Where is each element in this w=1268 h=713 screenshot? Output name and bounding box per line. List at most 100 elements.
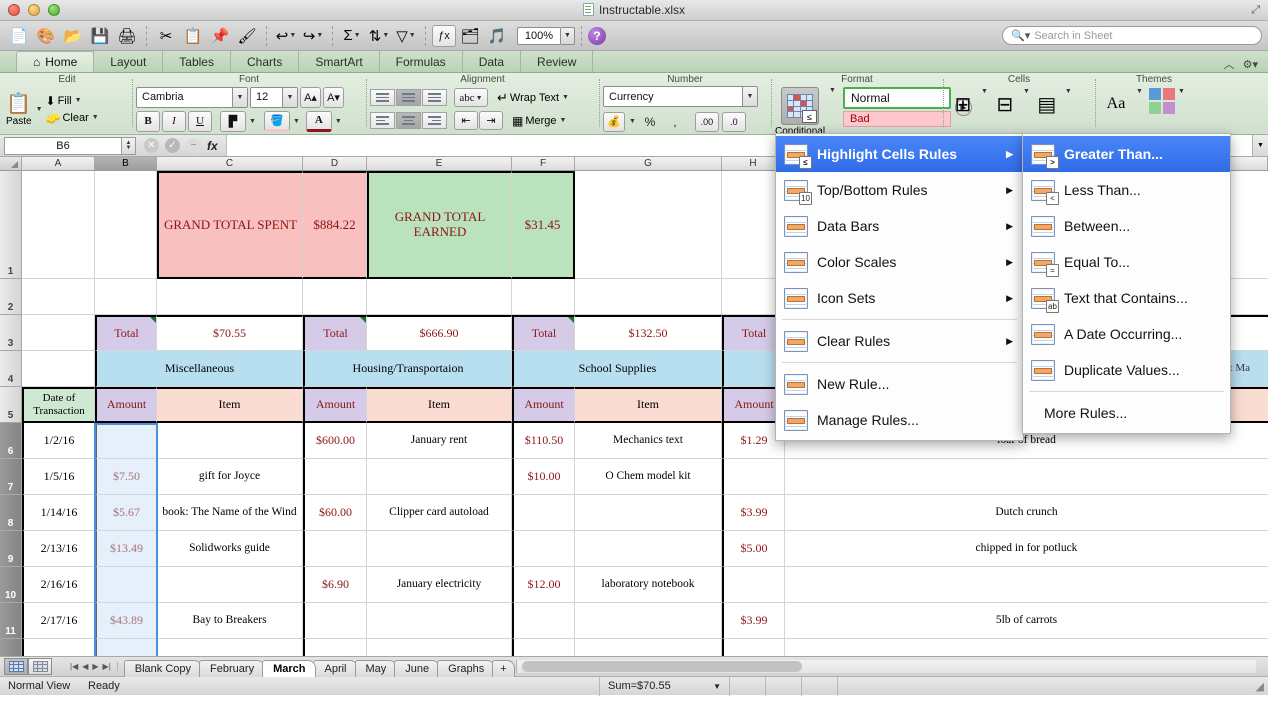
accept-formula-icon[interactable]: ✓ — [165, 138, 180, 153]
paste-button[interactable]: 📋 Paste — [6, 91, 32, 127]
sheet-tab-graphs[interactable]: Graphs — [437, 659, 496, 677]
toolbox-icon[interactable]: 🗂 — [457, 24, 483, 48]
cell-H8[interactable]: $3.99 — [722, 495, 785, 531]
cell-C9[interactable]: Solidworks guide — [157, 531, 303, 567]
cell-B12[interactable] — [95, 639, 157, 656]
cell-C3-total-misc[interactable]: $70.55 — [157, 315, 303, 351]
cell-A7[interactable]: 1/5/16 — [22, 459, 95, 495]
close-button[interactable] — [8, 4, 20, 16]
normal-view-button[interactable] — [4, 658, 28, 675]
chevron-down-icon[interactable]: ▼ — [232, 87, 247, 107]
format-cells-icon[interactable]: ▤ — [1031, 88, 1063, 120]
tab-review[interactable]: Review — [520, 51, 594, 72]
cell-F7[interactable]: $10.00 — [512, 459, 575, 495]
align-left-button[interactable] — [370, 112, 395, 129]
cell-C11[interactable]: Bay to Breakers — [157, 603, 303, 639]
cell-D5-amount-header-housing[interactable]: Amount — [303, 387, 367, 423]
cell-H11[interactable]: $3.99 — [722, 603, 785, 639]
align-bottom-button[interactable] — [422, 89, 447, 106]
align-center-button[interactable] — [396, 112, 421, 129]
bold-button[interactable]: B — [136, 110, 160, 132]
delete-dropdown-icon[interactable]: ▼ — [1023, 88, 1030, 95]
number-format-select[interactable]: Currency ▼ — [603, 86, 758, 107]
minimize-button[interactable] — [28, 4, 40, 16]
themes-aa-icon[interactable]: Aa — [1099, 88, 1133, 120]
cell-G9[interactable] — [575, 531, 722, 567]
sum-display[interactable]: Sum=$70.55 ▼ — [600, 676, 730, 696]
horizontal-scrollbar[interactable] — [515, 657, 1268, 677]
cell-B10[interactable] — [95, 567, 157, 603]
name-box-stepper[interactable]: ▲ ▼ — [122, 136, 136, 155]
prev-sheet-icon[interactable]: ◀ — [82, 662, 88, 671]
cell-B2[interactable] — [95, 279, 157, 315]
cell-C12[interactable] — [157, 639, 303, 656]
cell-G11[interactable] — [575, 603, 722, 639]
cell-I12[interactable] — [785, 639, 1268, 656]
cell-E3-total-housing[interactable]: $666.90 — [367, 315, 512, 351]
next-sheet-icon[interactable]: ▶ — [92, 662, 98, 671]
cell-G10[interactable]: laboratory notebook — [575, 567, 722, 603]
new-document-icon[interactable]: 📄 — [6, 24, 32, 48]
zoom-control[interactable]: 100% ▼ — [517, 26, 575, 45]
menu-item-less-than[interactable]: < Less Than... — [1023, 172, 1230, 208]
cell-C10[interactable] — [157, 567, 303, 603]
cell-I8[interactable]: Dutch crunch — [785, 495, 1268, 531]
sheet-tab-add[interactable]: + — [492, 659, 515, 677]
cell-C2[interactable] — [157, 279, 303, 315]
cell-G5-item-header-school[interactable]: Item — [575, 387, 722, 423]
window-controls[interactable] — [0, 4, 60, 16]
menu-item-color-scales[interactable]: Color Scales ▶ — [776, 244, 1023, 280]
cell-A3[interactable] — [22, 315, 95, 351]
cell-A4[interactable] — [22, 351, 95, 387]
format-painter-icon[interactable]: 🖌 — [234, 24, 260, 48]
cell-D2[interactable] — [303, 279, 367, 315]
cell-E2[interactable] — [367, 279, 512, 315]
formula-bar-expand-icon[interactable]: ▼ — [1252, 135, 1268, 156]
align-top-button[interactable] — [370, 89, 395, 106]
row-header-6[interactable]: 6 — [0, 423, 22, 459]
column-header-d[interactable]: D — [303, 157, 367, 170]
menu-item-text-contains[interactable]: ab Text that Contains... — [1023, 280, 1230, 316]
orientation-button[interactable]: abc ▼ — [454, 88, 488, 107]
theme-colors-dropdown-icon[interactable]: ▼ — [1178, 88, 1185, 95]
cell-E11[interactable] — [367, 603, 512, 639]
cell-C7[interactable]: gift for Joyce — [157, 459, 303, 495]
menu-item-top-bottom-rules[interactable]: 10 Top/Bottom Rules ▶ — [776, 172, 1023, 208]
menu-item-equal-to[interactable]: = Equal To... — [1023, 244, 1230, 280]
decrease-font-size-button[interactable]: A▾ — [323, 86, 344, 108]
menu-item-clear-rules[interactable]: Clear Rules ▶ — [776, 323, 1023, 359]
cell-D7[interactable] — [303, 459, 367, 495]
cell-style-normal[interactable]: Normal — [842, 87, 951, 109]
cell-F8[interactable] — [512, 495, 575, 531]
last-sheet-icon[interactable]: ▶| — [103, 662, 111, 671]
help-icon[interactable]: ? — [588, 26, 606, 45]
wrap-text-dropdown-icon[interactable]: ▼ — [562, 94, 569, 101]
column-header-b[interactable]: B — [95, 157, 157, 170]
first-sheet-icon[interactable]: |◀ — [70, 662, 78, 671]
row-header-4[interactable]: 4 — [0, 351, 22, 387]
tab-smartart[interactable]: SmartArt — [298, 51, 380, 72]
sheet-tab-blank-copy[interactable]: Blank Copy — [123, 659, 203, 677]
menu-item-more-rules[interactable]: More Rules... — [1023, 395, 1230, 431]
cell-B3-total-label-misc[interactable]: Total — [95, 315, 157, 351]
resize-grip-icon[interactable]: ◢ — [1256, 680, 1268, 693]
italic-button[interactable]: I — [162, 110, 186, 132]
menu-item-new-rule[interactable]: New Rule... — [776, 366, 1023, 402]
cell-style-bad[interactable]: Bad — [842, 111, 951, 127]
cell-F3-total-label-school[interactable]: Total — [512, 315, 575, 351]
cell-F2[interactable] — [512, 279, 575, 315]
cell-F10[interactable]: $12.00 — [512, 567, 575, 603]
sum-dropdown-icon[interactable]: ▼ — [713, 682, 721, 691]
comma-format-button[interactable]: , — [664, 111, 686, 132]
cell-G12[interactable] — [575, 639, 722, 656]
cell-F5-amount-header-school[interactable]: Amount — [512, 387, 575, 423]
gear-icon[interactable]: ⚙▾ — [1243, 58, 1258, 71]
clear-dropdown-icon[interactable]: ▼ — [92, 114, 99, 121]
borders-dropdown-icon[interactable]: ▼ — [249, 118, 256, 125]
select-all-corner[interactable] — [0, 157, 22, 170]
copy-icon[interactable]: 📋 — [180, 24, 206, 48]
row-header-5[interactable]: 5 — [0, 387, 22, 423]
clear-button[interactable]: 🧽 Clear ▼ — [46, 111, 99, 125]
cell-F9[interactable] — [512, 531, 575, 567]
filter-icon[interactable]: ▽ ▼ — [393, 24, 419, 48]
